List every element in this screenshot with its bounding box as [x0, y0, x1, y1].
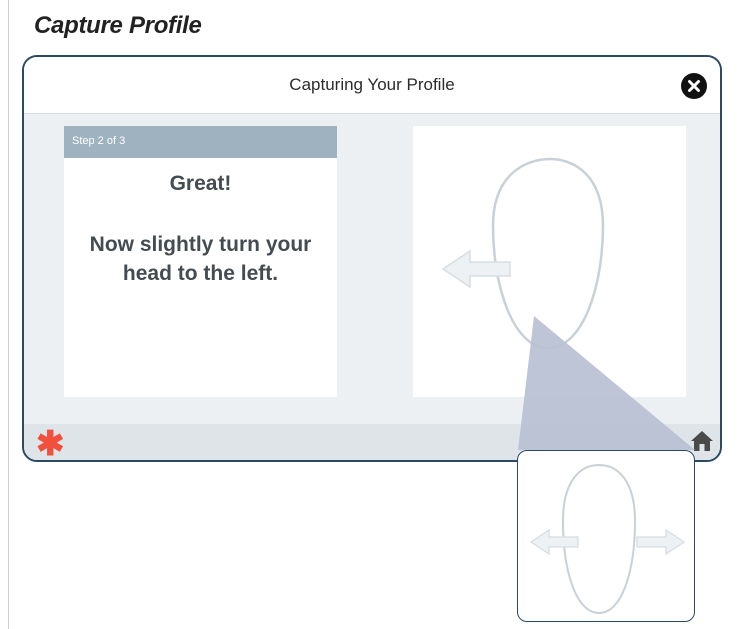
- page-heading: Capture Profile: [34, 12, 202, 39]
- home-icon: [691, 431, 713, 451]
- step-instruction: Now slightly turn your head to the left.: [89, 233, 312, 285]
- face-outline-icon: [491, 157, 605, 350]
- asterisk-logo-icon: ✱: [36, 425, 65, 462]
- dialog-header: Capturing Your Profile: [24, 57, 720, 114]
- close-icon: [688, 80, 700, 92]
- left-margin-rule: [8, 0, 9, 629]
- close-button[interactable]: [681, 73, 707, 99]
- step-card: Step 2 of 3 Great! Now slightly turn you…: [64, 126, 337, 397]
- zoom-callout-box: [517, 450, 695, 622]
- dialog-title: Capturing Your Profile: [289, 75, 455, 94]
- face-guide-panel: [413, 126, 686, 397]
- capture-dialog: Capturing Your Profile Step 2 of 3 Great…: [22, 55, 722, 462]
- step-indicator-bar: Step 2 of 3: [64, 126, 337, 158]
- step-headline: Great!: [169, 172, 232, 195]
- step-label: Step 2 of 3: [72, 135, 126, 147]
- arrow-left-icon: [529, 528, 579, 556]
- home-button[interactable]: [690, 430, 714, 452]
- arrow-right-icon: [636, 528, 686, 556]
